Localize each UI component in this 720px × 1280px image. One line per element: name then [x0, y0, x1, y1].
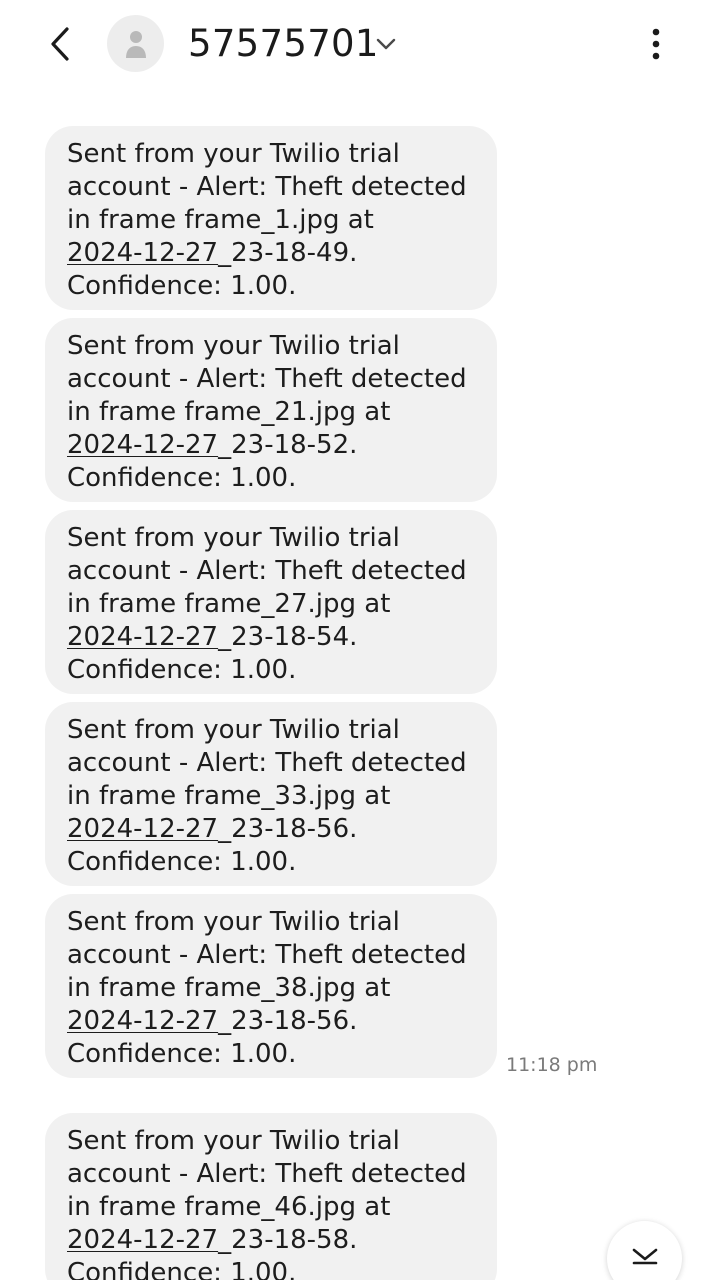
time-text: _23-18-58. [218, 1225, 358, 1255]
message-line: account - Alert: Theft detected [67, 364, 467, 394]
message-timestamp: 11:18 pm [506, 1054, 598, 1076]
scroll-to-bottom-button[interactable] [607, 1221, 682, 1280]
message-line: Confidence: 1.00. [67, 847, 297, 877]
message-line: Confidence: 1.00. [67, 655, 297, 685]
back-button[interactable] [38, 22, 82, 66]
message-bubble[interactable]: Sent from your Twilio trial account - Al… [45, 510, 497, 694]
time-text: _23-18-52. [218, 430, 358, 460]
avatar[interactable] [107, 15, 164, 72]
message-bubble[interactable]: Sent from your Twilio trial account - Al… [45, 702, 497, 886]
back-arrow-icon [51, 27, 69, 61]
message-line: Confidence: 1.00. [67, 271, 297, 301]
message-line: Sent from your Twilio trial [67, 715, 400, 745]
more-options-button[interactable] [636, 22, 676, 66]
chevron-down-icon [376, 38, 396, 50]
message-line: in frame frame_38.jpg at [67, 973, 391, 1003]
time-text: _23-18-54. [218, 622, 358, 652]
contact-name[interactable]: 57575701 [188, 20, 379, 66]
date-link[interactable]: 2024-12-27 [67, 1006, 218, 1036]
time-text: _23-18-56. [218, 814, 358, 844]
message-line: in frame frame_27.jpg at [67, 589, 391, 619]
message-bubble[interactable]: Sent from your Twilio trial account - Al… [45, 318, 497, 502]
message-line: in frame frame_1.jpg at [67, 205, 374, 235]
message-line: Sent from your Twilio trial [67, 331, 400, 361]
message-line: Sent from your Twilio trial [67, 139, 400, 169]
message-line: in frame frame_33.jpg at [67, 781, 391, 811]
message-line: Sent from your Twilio trial [67, 523, 400, 553]
date-link[interactable]: 2024-12-27 [67, 238, 218, 268]
more-vertical-icon [652, 28, 660, 60]
message-line: in frame frame_21.jpg at [67, 397, 391, 427]
message-bubble[interactable]: Sent from your Twilio trial account - Al… [45, 126, 497, 310]
message-line: account - Alert: Theft detected [67, 1159, 467, 1189]
message-line: Confidence: 1.00. [67, 463, 297, 493]
message-line: 2024-12-27_23-18-49. [67, 237, 475, 270]
message-line: account - Alert: Theft detected [67, 172, 467, 202]
conversation-screen: 57575701 Sent from your Twilio trial acc… [0, 0, 720, 1280]
message-line: Sent from your Twilio trial [67, 1126, 400, 1156]
message-line: Confidence: 1.00. [67, 1258, 297, 1280]
time-text: _23-18-56. [218, 1006, 358, 1036]
expand-contact-button[interactable] [374, 34, 398, 54]
message-line: Sent from your Twilio trial [67, 907, 400, 937]
date-link[interactable]: 2024-12-27 [67, 814, 218, 844]
message-line: account - Alert: Theft detected [67, 748, 467, 778]
scroll-to-bottom-icon [632, 1248, 657, 1265]
message-bubble[interactable]: Sent from your Twilio trial account - Al… [45, 894, 497, 1078]
message-line: 2024-12-27_23-18-56. [67, 813, 475, 846]
message-line: Confidence: 1.00. [67, 1039, 297, 1069]
message-line: in frame frame_46.jpg at [67, 1192, 391, 1222]
date-link[interactable]: 2024-12-27 [67, 622, 218, 652]
message-bubble[interactable]: Sent from your Twilio trial account - Al… [45, 1113, 497, 1280]
message-line: 2024-12-27_23-18-58. [67, 1224, 475, 1257]
date-link[interactable]: 2024-12-27 [67, 430, 218, 460]
date-link[interactable]: 2024-12-27 [67, 1225, 218, 1255]
message-line: account - Alert: Theft detected [67, 556, 467, 586]
message-line: 2024-12-27_23-18-52. [67, 429, 475, 462]
time-text: _23-18-49. [218, 238, 358, 268]
message-line: 2024-12-27_23-18-54. [67, 621, 475, 654]
person-icon [125, 30, 146, 58]
message-list[interactable]: Sent from your Twilio trial account - Al… [0, 88, 720, 1280]
conversation-header: 57575701 [0, 0, 720, 88]
message-line: 2024-12-27_23-18-56. [67, 1005, 475, 1038]
message-line: account - Alert: Theft detected [67, 940, 467, 970]
